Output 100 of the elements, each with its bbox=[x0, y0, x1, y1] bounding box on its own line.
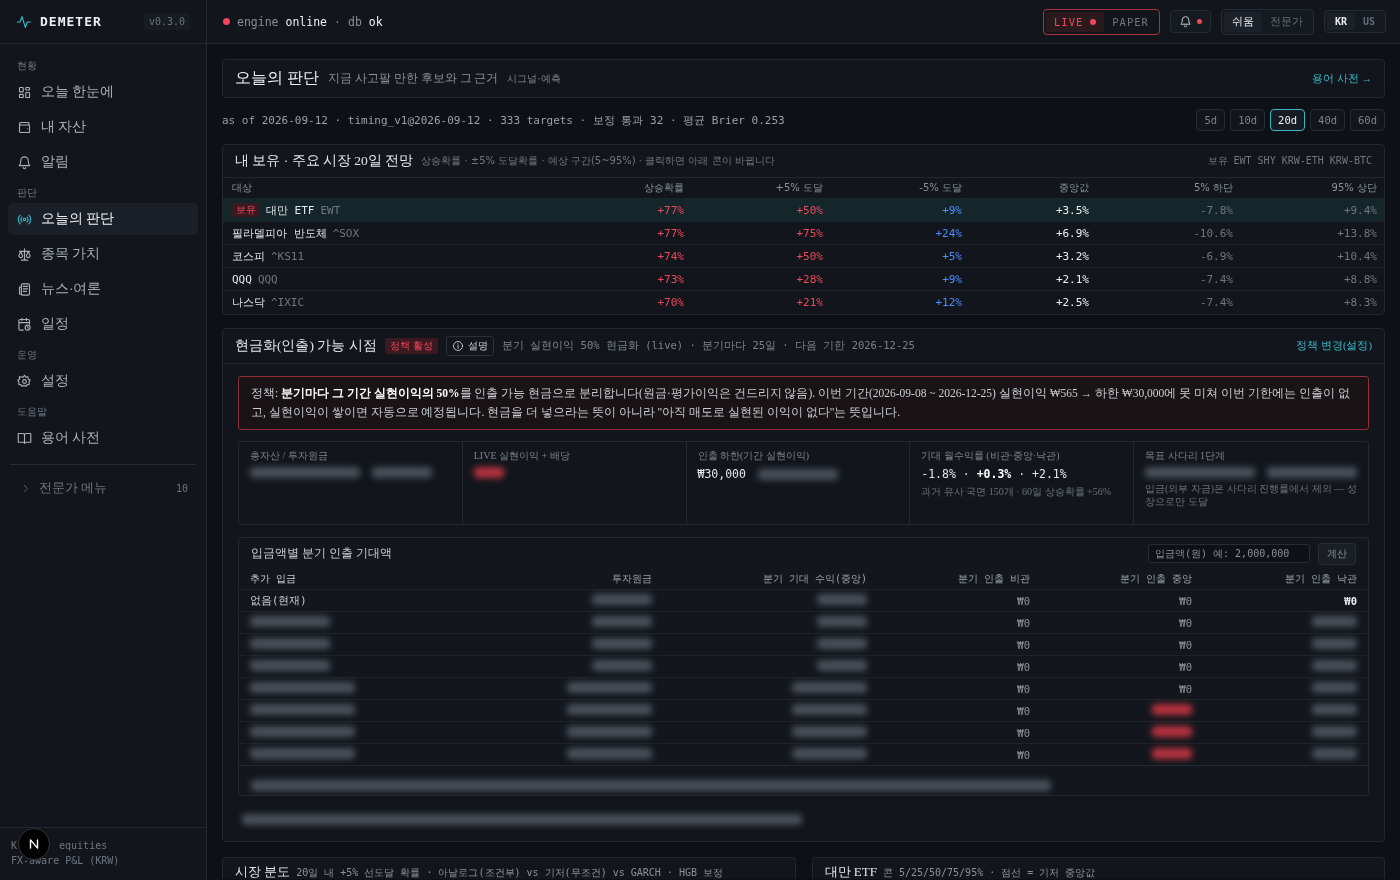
table-cell-text: +73% bbox=[656, 272, 684, 286]
table-cell-text: ₩0 bbox=[1016, 594, 1030, 607]
column-header: -5% 도달 bbox=[918, 181, 962, 195]
expert-menu-toggle[interactable]: 전문가 메뉴 10 bbox=[8, 473, 198, 503]
column-header: 분기 기대 수익(중앙) bbox=[761, 572, 867, 586]
table-cell-text: ₩0 bbox=[1178, 660, 1192, 673]
status-dot bbox=[223, 18, 230, 25]
blurred-value bbox=[817, 638, 867, 649]
table-row[interactable]: 코스피 ^KS11 +74% +50% +5% +3.2% -6.9% +10.4% bbox=[223, 245, 1384, 268]
calculate-button[interactable]: 계산 bbox=[1318, 542, 1356, 565]
sidebar-item[interactable]: 오늘 한눈에 bbox=[8, 76, 198, 108]
stat-note: 입금(외부 자금)은 사다리 진행률에서 제외 — 성장으로만 도달 bbox=[1145, 482, 1357, 508]
ticker-label: QQQ bbox=[257, 272, 278, 286]
holdings-list: 보유 EWT SHY KRW-ETH KRW-BTC bbox=[1207, 154, 1372, 168]
panel-notes: 상승확률 · ±5% 도달확률 · 예상 구간(5~95%) · 클릭하면 아래 콘이 바뀝니다 bbox=[421, 154, 775, 168]
table-cell-text: ₩0 bbox=[1016, 726, 1030, 739]
asset-name: 나스닥 bbox=[232, 295, 265, 310]
column-header: 95% 상단 bbox=[1330, 181, 1377, 195]
mode-tab[interactable]: PAPER bbox=[1104, 11, 1157, 32]
market-tab[interactable]: KR bbox=[1326, 13, 1355, 30]
explain-button[interactable]: 설명 bbox=[445, 336, 494, 356]
blurred-value bbox=[817, 594, 867, 605]
notifications-button[interactable] bbox=[1169, 10, 1211, 33]
level-tab[interactable]: 쉬움 bbox=[1223, 11, 1262, 32]
column-header: 대상 bbox=[232, 181, 253, 195]
blurred-value bbox=[592, 660, 652, 671]
glossary-link[interactable]: 용어 사전 → bbox=[1312, 71, 1372, 86]
card-title: 시장 분도 bbox=[235, 864, 291, 879]
table-cell-text: -6.9% bbox=[1198, 249, 1233, 263]
meta-info: as of 2026-09-12 · timing_v1@2026-09-12 · 333 targets · 보정 통과 32 · 평균 Brier 0.253 bbox=[222, 112, 786, 128]
calendar-icon bbox=[17, 316, 32, 332]
blurred-value bbox=[1312, 616, 1357, 627]
panel-title: 입금액별 분기 인출 기대액 bbox=[251, 546, 393, 561]
deposit-input-field[interactable]: 입금액(원) 예: 2,000,000 bbox=[1148, 544, 1310, 563]
table-cell-text: +28% bbox=[795, 272, 823, 286]
table-row[interactable]: 보유 대만 ETF EWT +77% +50% +9% +3.5% -7.8% +9.4% bbox=[223, 199, 1384, 222]
table-row[interactable]: 나스닥 ^IXIC +70% +21% +12% +2.5% -7.4% +8.3% bbox=[223, 291, 1384, 314]
stat-value: -1.8% · +0.3% · +2.1% bbox=[921, 467, 1067, 481]
stat-note: 과거 유사 국면 150개 · 60일 상승확률 +56% bbox=[921, 485, 1112, 498]
table-cell-text: +21% bbox=[795, 296, 823, 309]
footer-text: K bbox=[11, 839, 18, 853]
table-cell-text: ₩0 bbox=[1016, 616, 1030, 629]
table-cell-text: ₩0 bbox=[1016, 748, 1030, 761]
grid-icon bbox=[17, 84, 32, 100]
table-row[interactable]: QQQ QQQ +73% +28% +9% +2.1% -7.4% +8.8% bbox=[223, 268, 1384, 291]
sidebar-item[interactable]: 설정 bbox=[8, 365, 198, 397]
table-cell-text: +50% bbox=[795, 249, 823, 263]
card-title: 대만 ETF bbox=[824, 864, 877, 879]
table-cell-text: +3.2% bbox=[1054, 249, 1089, 263]
blurred-value bbox=[592, 638, 652, 649]
version-label: v0.3.0 bbox=[143, 13, 190, 30]
stat-label: 기대 월수익률 (비관·중앙·낙관) bbox=[921, 449, 1060, 463]
table-cell-text: ₩0 bbox=[1178, 616, 1192, 629]
table-cell-text: +5% bbox=[941, 249, 962, 263]
table-cell-text: -7.4% bbox=[1198, 296, 1233, 309]
horizon-button[interactable]: 10d bbox=[1230, 109, 1266, 131]
wallet-icon bbox=[17, 119, 32, 135]
horizon-button[interactable]: 20d bbox=[1270, 109, 1306, 131]
asset-name: 대만 ETF bbox=[266, 202, 315, 218]
horizon-button[interactable]: 5d bbox=[1196, 109, 1226, 131]
app-logo: DEMETER bbox=[40, 14, 103, 29]
stat-label: 인출 하한(기간 실현이익) bbox=[697, 449, 810, 463]
category-tag: 시그널·예측 bbox=[507, 71, 561, 86]
sidebar-item[interactable]: 오늘의 판단 bbox=[8, 203, 198, 235]
sidebar-item[interactable]: 일정 bbox=[8, 308, 198, 340]
table-row[interactable]: 필라델피아 반도체 ^SOX +77% +75% +24% +6.9% -10.6% +13.8% bbox=[223, 222, 1384, 245]
blurred-value bbox=[1312, 748, 1357, 759]
sidebar-item[interactable]: 종목 가치 bbox=[8, 238, 198, 270]
column-header: 분기 인출 낙관 bbox=[1283, 572, 1357, 586]
horizon-button[interactable]: 40d bbox=[1310, 109, 1346, 131]
table-cell-text: +13.8% bbox=[1336, 226, 1377, 240]
column-header: 상승확률 bbox=[643, 181, 684, 195]
table-cell-text: ₩0 bbox=[1343, 594, 1357, 607]
sidebar-item[interactable]: 알림 bbox=[8, 146, 198, 178]
table-cell-text: +2.5% bbox=[1054, 296, 1089, 309]
sidebar-item[interactable]: 내 자산 bbox=[8, 111, 198, 143]
column-header: 투자원금 bbox=[611, 572, 652, 586]
sidebar-item[interactable]: 뉴스·여론 bbox=[8, 273, 198, 305]
info-icon bbox=[451, 340, 464, 352]
policy-settings-link[interactable]: 정책 변경(설정) bbox=[1296, 339, 1372, 353]
policy-notice: 정책: 분기마다 그 기간 실현이익의 50%를 인출 가능 현금으로 분리합니다(원금·평가이익은 건드리지 않음). 이번 기간(2026-09-08 ~ 2026-12-25) 실현이익 ₩565 → 하한 ₩30,000에 못 미쳐 이번 기한에는 인출이 없고, 실현이익이 쌓이면 자동으로 예정됩니다. 현금을 더 넣으라는 뜻이 아니라 "아직 매도로 실현된 이익이 없다"는 뜻입니다. bbox=[238, 376, 1369, 430]
column-header: 분기 인출 비관 bbox=[956, 572, 1030, 586]
bell-icon bbox=[1178, 15, 1192, 28]
settings-icon bbox=[17, 373, 32, 389]
sidebar-item[interactable]: 용어 사전 bbox=[8, 422, 198, 454]
footer-text: equities bbox=[59, 839, 108, 853]
held-badge: 보유 bbox=[232, 203, 260, 217]
blurred-value bbox=[817, 616, 867, 627]
newspaper-icon bbox=[17, 281, 32, 297]
blurred-value bbox=[1312, 638, 1357, 649]
table-cell-text: +77% bbox=[656, 203, 684, 217]
mode-tab[interactable]: LIVE bbox=[1046, 11, 1105, 32]
horizon-button[interactable]: 60d bbox=[1350, 109, 1385, 131]
table-cell-text: ₩0 bbox=[1178, 594, 1192, 607]
column-header: 추가 입금 bbox=[250, 572, 298, 586]
column-header: 분기 인출 중앙 bbox=[1118, 572, 1192, 586]
db-status: db ok bbox=[347, 14, 383, 29]
table-cell-text: ₩0 bbox=[1178, 638, 1192, 651]
column-header: 중앙값 bbox=[1058, 181, 1089, 195]
table-cell-text: +9% bbox=[941, 203, 962, 217]
